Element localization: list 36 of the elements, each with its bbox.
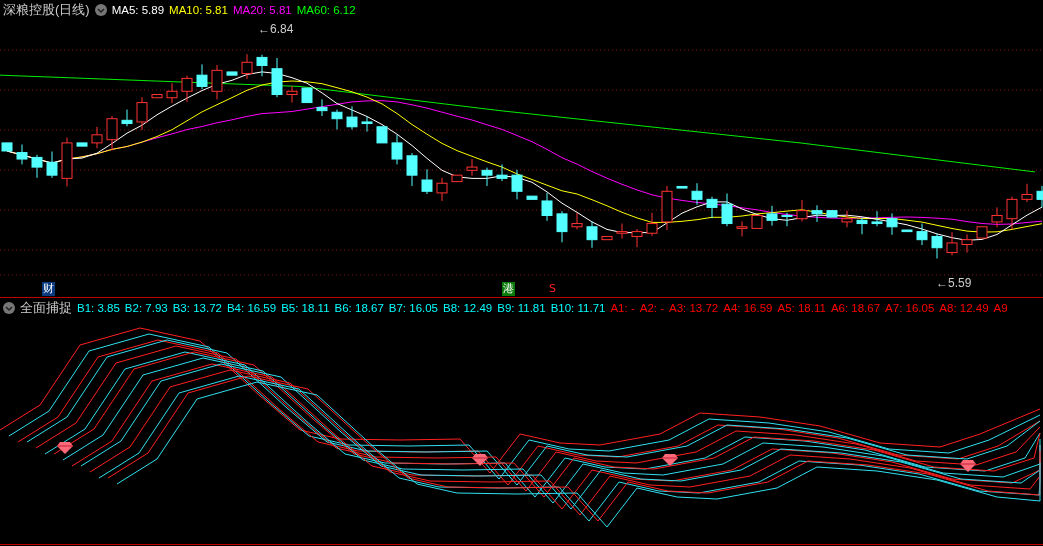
indicator-value: A3: 13.72 xyxy=(669,302,719,314)
dropdown-icon[interactable] xyxy=(3,302,15,314)
indicator-value: B8: 12.49 xyxy=(443,302,493,314)
indicator-value: B6: 18.67 xyxy=(334,302,384,314)
indicator-value: A9 xyxy=(993,302,1008,314)
indicator-value: A6: 18.67 xyxy=(830,302,881,314)
event-marker[interactable]: S xyxy=(548,282,557,296)
event-marker[interactable]: 财 xyxy=(42,282,55,296)
diamond-icon xyxy=(472,454,488,466)
indicator-value: A4: 16.59 xyxy=(723,302,773,314)
indicator-value: A2: - xyxy=(639,302,664,314)
indicator-value: A7: 16.05 xyxy=(885,302,935,314)
indicator-value: A1: - xyxy=(610,302,635,314)
diamond-icon xyxy=(662,454,678,466)
low-price-label: ←5.59 xyxy=(936,276,972,290)
indicator-value: B2: 7.93 xyxy=(124,302,168,314)
indicator-value: B7: 16.05 xyxy=(388,302,438,314)
ma-legend-value: MA5: 5.89 xyxy=(111,4,165,16)
indicator-value: B5: 18.11 xyxy=(281,302,330,314)
indicator-value: B1: 3.85 xyxy=(77,302,120,314)
indicator-value: A8: 12.49 xyxy=(939,302,989,314)
ma-legend-value: MA60: 6.12 xyxy=(296,4,356,16)
stock-title: 深粮控股(日线) xyxy=(3,1,90,19)
diamond-icon xyxy=(57,442,73,454)
ma-legend-value: MA10: 5.81 xyxy=(169,4,228,16)
dropdown-icon[interactable] xyxy=(94,4,107,16)
indicator-value: B3: 13.72 xyxy=(172,302,222,314)
diamond-icon xyxy=(960,460,976,472)
indicator-value: B9: 11.81 xyxy=(497,302,546,314)
indicator-value: B10: 11.71 xyxy=(550,302,606,314)
indicator-value: A5: 18.11 xyxy=(777,302,826,314)
high-price-label: ←6.84 xyxy=(258,22,294,36)
event-marker[interactable]: 港 xyxy=(502,282,515,296)
indicator-value: B4: 16.59 xyxy=(226,302,277,314)
indicator-title: 全面捕捉 xyxy=(20,299,72,317)
ma-legend-value: MA20: 5.81 xyxy=(232,4,292,16)
